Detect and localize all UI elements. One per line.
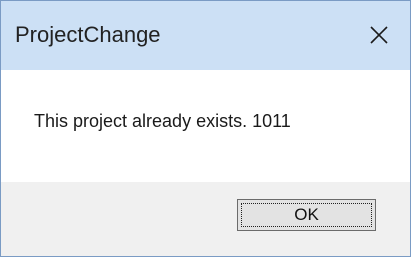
close-icon xyxy=(370,26,388,44)
ok-button[interactable]: OK xyxy=(237,199,376,231)
ok-button-label: OK xyxy=(294,205,319,224)
button-bar: OK xyxy=(1,182,410,256)
message-area: This project already exists. 1011 xyxy=(1,70,410,182)
dialog-title: ProjectChange xyxy=(15,22,161,47)
title-bar: ProjectChange xyxy=(1,1,410,70)
close-button[interactable] xyxy=(361,18,397,52)
dialog-message: This project already exists. 1011 xyxy=(34,111,291,131)
message-dialog: ProjectChange This project already exist… xyxy=(0,0,411,257)
